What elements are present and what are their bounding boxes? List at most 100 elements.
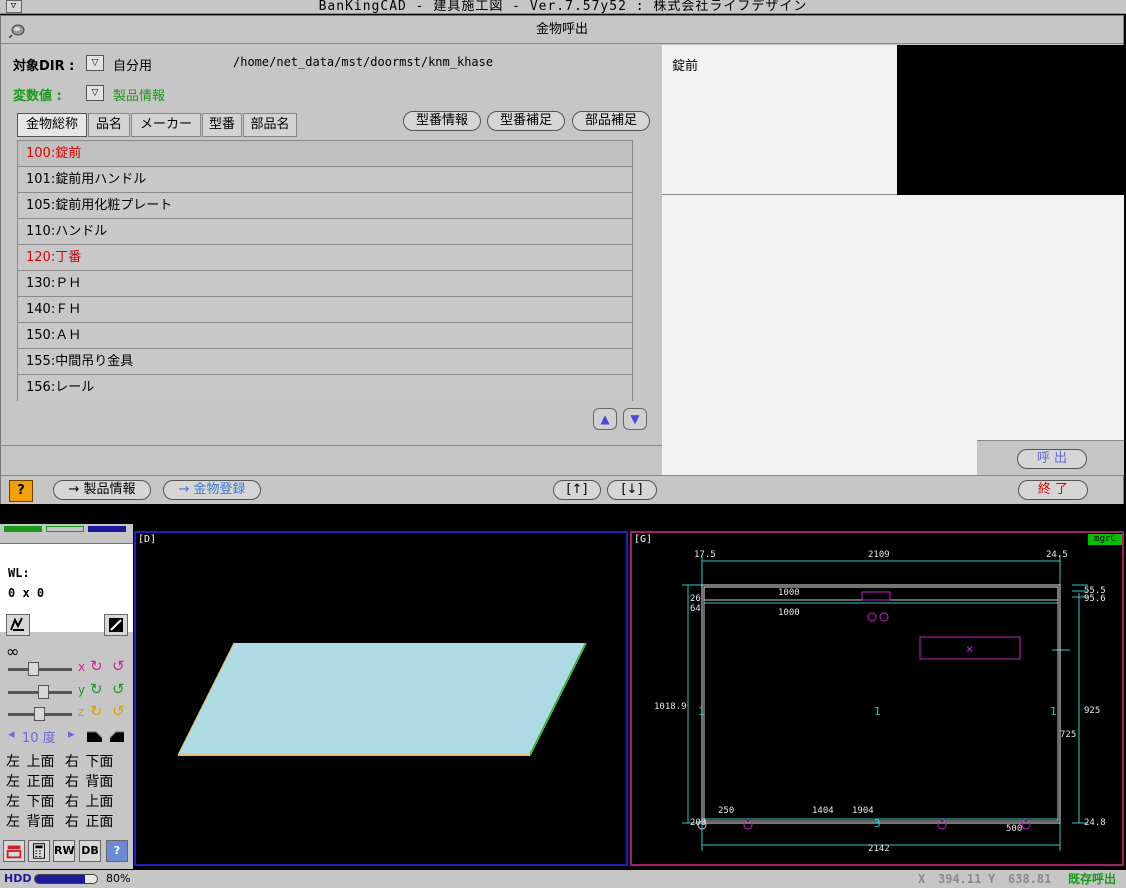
rw-button[interactable]: RW bbox=[53, 840, 75, 862]
preview-detail-panel bbox=[662, 195, 978, 475]
target-dir-value: 自分用 bbox=[113, 59, 153, 74]
view-bottom-2[interactable]: 下面 bbox=[26, 794, 54, 810]
help-button[interactable]: ? bbox=[9, 480, 33, 502]
zoom-window-icon[interactable] bbox=[104, 614, 128, 636]
dialog-title: 金物呼出 bbox=[535, 22, 588, 37]
list-item[interactable]: 100:錠前 bbox=[18, 141, 632, 167]
view-front[interactable]: 正面 bbox=[26, 774, 54, 790]
window-title: BanKingCAD - 建具施工図 - Ver.7.57y52 : 株式会社ラ… bbox=[318, 0, 808, 14]
layer-tab-outline[interactable] bbox=[46, 526, 84, 532]
tab-model-number[interactable]: 型番 bbox=[202, 113, 242, 137]
hdd-usage-bar bbox=[34, 874, 98, 884]
rotate-y-ccw-icon[interactable]: ↻ bbox=[90, 680, 103, 698]
layer-tab-green[interactable] bbox=[4, 526, 42, 532]
z-slider-knob[interactable] bbox=[34, 707, 45, 721]
view-right-back[interactable]: 右 bbox=[65, 814, 79, 830]
tab-item-name[interactable]: 品名 bbox=[88, 113, 130, 137]
list-item[interactable]: 101:錠前用ハンドル bbox=[18, 167, 632, 193]
view-right-bottom[interactable]: 右 bbox=[65, 794, 79, 810]
view-left-top[interactable]: 左 bbox=[6, 754, 20, 770]
call-button[interactable]: 呼 出 bbox=[1017, 449, 1087, 469]
pivot-mark-icon-2 bbox=[879, 612, 889, 622]
part-supplement-button[interactable]: 部品補足 bbox=[572, 111, 650, 131]
rotate-z-ccw-icon[interactable]: ↻ bbox=[90, 702, 103, 720]
y-coord-label: Y bbox=[988, 872, 996, 886]
tool-help-button[interactable]: ? bbox=[106, 840, 128, 862]
window-menu-button[interactable]: ▽ bbox=[6, 0, 22, 13]
wl-label: WL: bbox=[8, 566, 30, 580]
list-item[interactable]: 110:ハンドル bbox=[18, 219, 632, 245]
exit-button[interactable]: 終 了 bbox=[1018, 480, 1088, 500]
dim-bot-248: 24.8 bbox=[1084, 818, 1106, 828]
view-left-bottom[interactable]: 左 bbox=[6, 794, 20, 810]
view-bottom[interactable]: 下面 bbox=[85, 754, 113, 770]
tab-maker[interactable]: メーカー bbox=[131, 113, 201, 137]
variable-dropdown[interactable]: ▽ bbox=[86, 85, 104, 101]
product-info-button[interactable]: → 製品情報 bbox=[53, 480, 151, 500]
dim-bot-250: 250 bbox=[718, 806, 734, 816]
db-button[interactable]: DB bbox=[79, 840, 101, 862]
move-down-button[interactable]: [↓] bbox=[607, 480, 657, 500]
x-slider-knob[interactable] bbox=[28, 662, 39, 676]
view-front-2[interactable]: 正面 bbox=[85, 814, 113, 830]
angle-decrease-button[interactable]: ◂ bbox=[8, 727, 15, 742]
list-item[interactable]: 120:丁番 bbox=[18, 245, 632, 271]
pin-icon[interactable] bbox=[9, 22, 27, 38]
view-2d-drawing-panel[interactable]: [G] mgrC × 17.5 2109 24.5 1000 1000 26 6… bbox=[630, 531, 1124, 866]
variable-label: 変数値 : bbox=[13, 89, 62, 104]
view-right-front[interactable]: 右 bbox=[65, 774, 79, 790]
view-row: 左 上面 右 下面 bbox=[6, 752, 130, 772]
mark-1-left: 1 bbox=[698, 705, 705, 718]
dim-top-right: 24.5 bbox=[1046, 550, 1068, 560]
scroll-up-button[interactable]: ▲ bbox=[593, 408, 617, 430]
x-rotation-slider[interactable] bbox=[8, 668, 72, 671]
register-hardware-button[interactable]: → 金物登録 bbox=[163, 480, 261, 500]
rotate-x-ccw-icon[interactable]: ↻ bbox=[90, 657, 103, 675]
view-left-back[interactable]: 左 bbox=[6, 814, 20, 830]
scroll-down-button[interactable]: ▼ bbox=[623, 408, 647, 430]
view-top[interactable]: 上面 bbox=[26, 754, 54, 770]
dim-bot-1404: 1404 bbox=[812, 806, 834, 816]
mark-1-right: 1 bbox=[1050, 705, 1057, 718]
view-back-2[interactable]: 背面 bbox=[26, 814, 54, 830]
y-coord-value: 638.81 bbox=[1008, 872, 1052, 886]
y-slider-knob[interactable] bbox=[38, 685, 49, 699]
angle-increase-button[interactable]: ▸ bbox=[68, 727, 75, 742]
list-item[interactable]: 156:レール bbox=[18, 375, 632, 401]
status-bar: HDD 80% X 394.11 Y 638.81 既存呼出 bbox=[0, 870, 1126, 888]
view-right-top[interactable]: 右 bbox=[65, 754, 79, 770]
target-dir-dropdown[interactable]: ▽ bbox=[86, 55, 104, 71]
calculator-icon[interactable] bbox=[28, 840, 50, 862]
view-left-front[interactable]: 左 bbox=[6, 774, 20, 790]
move-up-button[interactable]: [↑] bbox=[553, 480, 601, 500]
list-item[interactable]: 150:ＡＨ bbox=[18, 323, 632, 349]
rotate-z-cw-icon[interactable]: ↺ bbox=[112, 702, 125, 720]
rotate-x-cw-icon[interactable]: ↺ bbox=[112, 657, 125, 675]
dim-bot-total: 2142 bbox=[868, 844, 890, 854]
pan-icon[interactable] bbox=[6, 614, 30, 636]
top-fitting bbox=[861, 591, 891, 601]
model-supplement-button[interactable]: 型番補足 bbox=[487, 111, 565, 131]
model-info-button[interactable]: 型番情報 bbox=[403, 111, 481, 131]
tab-general-name[interactable]: 金物総称 bbox=[17, 113, 87, 137]
view-box-icon-a[interactable] bbox=[86, 729, 104, 743]
layer-tab-blue[interactable] bbox=[88, 526, 126, 532]
tab-part-name[interactable]: 部品名 bbox=[243, 113, 297, 137]
hardware-list: 100:錠前 101:錠前用ハンドル 105:錠前用化粧プレート 110:ハンド… bbox=[17, 140, 633, 401]
hdd-usage-fill bbox=[35, 875, 85, 883]
list-item[interactable]: 130:ＰＨ bbox=[18, 271, 632, 297]
dir-path: /home/net_data/mst/doormst/knm_khase bbox=[233, 55, 494, 69]
print-icon[interactable] bbox=[3, 840, 25, 862]
dim-bot-500: 500 bbox=[1006, 824, 1022, 834]
mark-3: 3 bbox=[874, 817, 881, 830]
view-back[interactable]: 背面 bbox=[85, 774, 113, 790]
rotate-y-cw-icon[interactable]: ↺ bbox=[112, 680, 125, 698]
view-3d-panel[interactable]: [D] bbox=[134, 531, 628, 866]
view-top-2[interactable]: 上面 bbox=[85, 794, 113, 810]
list-item[interactable]: 155:中間吊り金具 bbox=[18, 349, 632, 375]
list-item[interactable]: 140:ＦＨ bbox=[18, 297, 632, 323]
dimension-lines bbox=[682, 555, 1088, 851]
list-item[interactable]: 105:錠前用化粧プレート bbox=[18, 193, 632, 219]
view-box-icon-b[interactable] bbox=[108, 729, 126, 743]
dim-26: 26 bbox=[690, 594, 701, 604]
